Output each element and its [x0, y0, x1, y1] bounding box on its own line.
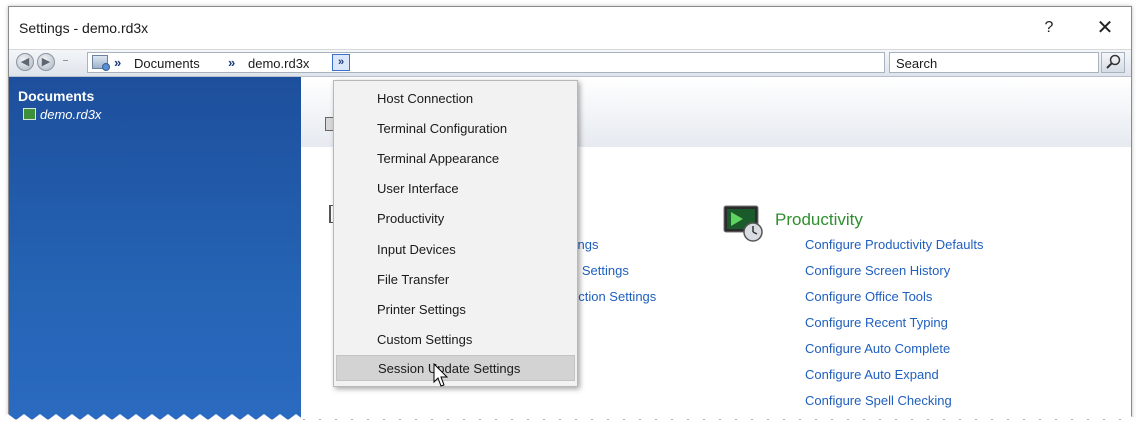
sidebar-heading-documents[interactable]: Documents — [18, 88, 94, 104]
breadcrumb-dropdown-menu: Host Connection Terminal Configuration T… — [333, 80, 578, 387]
settings-root-icon[interactable] — [92, 55, 110, 71]
sidebar: Documents demo.rd3x — [9, 77, 301, 419]
productivity-heading[interactable]: Productivity — [775, 210, 863, 230]
menu-item-label: Printer Settings — [377, 302, 466, 317]
sidebar-item-label: demo.rd3x — [40, 107, 102, 122]
breadcrumb-overflow-button[interactable]: » — [332, 54, 350, 71]
menu-item-session-update-settings[interactable]: Session Update Settings — [336, 355, 575, 381]
search-button[interactable] — [1101, 52, 1125, 73]
productivity-link[interactable]: Configure Auto Complete — [805, 341, 950, 356]
settings-link[interactable]: ection Settings — [571, 289, 656, 304]
menu-item-label: File Transfer — [377, 272, 450, 287]
torn-edge-decoration — [0, 414, 1138, 426]
menu-item-productivity[interactable]: Productivity — [336, 206, 575, 232]
menu-item-label: Productivity — [377, 211, 445, 226]
menu-item-label: Session Update Settings — [378, 361, 521, 376]
title-bar: Settings - demo.rd3x ? ✕ — [9, 7, 1131, 50]
back-icon[interactable]: ◀ — [16, 53, 34, 71]
nav-divider — [63, 60, 68, 61]
breadcrumb-demo-rd3x[interactable]: demo.rd3x — [248, 56, 309, 71]
breadcrumb-separator[interactable]: » — [114, 55, 121, 70]
menu-item-printer-settings[interactable]: Printer Settings — [336, 297, 575, 323]
forward-icon[interactable]: ▶ — [37, 53, 55, 71]
productivity-link[interactable]: Configure Office Tools — [805, 289, 932, 304]
menu-item-terminal-appearance[interactable]: Terminal Appearance — [336, 146, 575, 172]
menu-item-label: Terminal Appearance — [377, 151, 500, 166]
breadcrumb[interactable]: » Documents » demo.rd3x » — [87, 52, 885, 73]
breadcrumb-separator[interactable]: » — [228, 55, 235, 70]
search-placeholder: Search — [896, 56, 938, 71]
menu-item-label: Input Devices — [377, 242, 456, 257]
help-button[interactable]: ? — [1029, 13, 1069, 43]
address-toolbar: ◀ ▶ » Documents » demo.rd3x » Search — [9, 50, 1131, 77]
productivity-link[interactable]: Configure Screen History — [805, 263, 950, 278]
productivity-icon — [723, 205, 763, 242]
magnifier-icon — [1106, 54, 1121, 69]
productivity-link[interactable]: Configure Recent Typing — [805, 315, 948, 330]
menu-item-file-transfer[interactable]: File Transfer — [336, 267, 575, 293]
productivity-link[interactable]: Configure Productivity Defaults — [805, 237, 983, 252]
session-document-icon — [23, 108, 36, 120]
menu-item-label: User Interface — [377, 181, 459, 196]
menu-item-user-interface[interactable]: User Interface — [336, 176, 575, 202]
close-button[interactable]: ✕ — [1085, 13, 1125, 43]
menu-item-custom-settings[interactable]: Custom Settings — [336, 327, 575, 353]
menu-item-label: Terminal Configuration — [377, 121, 508, 136]
productivity-link[interactable]: Configure Spell Checking — [805, 393, 952, 408]
settings-link[interactable]: n Settings — [571, 263, 629, 278]
menu-item-host-connection[interactable]: Host Connection — [336, 86, 575, 112]
productivity-link[interactable]: Configure Auto Expand — [805, 367, 939, 382]
menu-item-terminal-configuration[interactable]: Terminal Configuration — [336, 116, 575, 142]
window-title: Settings - demo.rd3x — [19, 20, 149, 36]
menu-item-input-devices[interactable]: Input Devices — [336, 237, 575, 263]
search-input[interactable]: Search — [889, 52, 1099, 73]
menu-item-label: Custom Settings — [377, 332, 473, 347]
menu-item-label: Host Connection — [377, 91, 474, 106]
breadcrumb-documents[interactable]: Documents — [134, 56, 200, 71]
